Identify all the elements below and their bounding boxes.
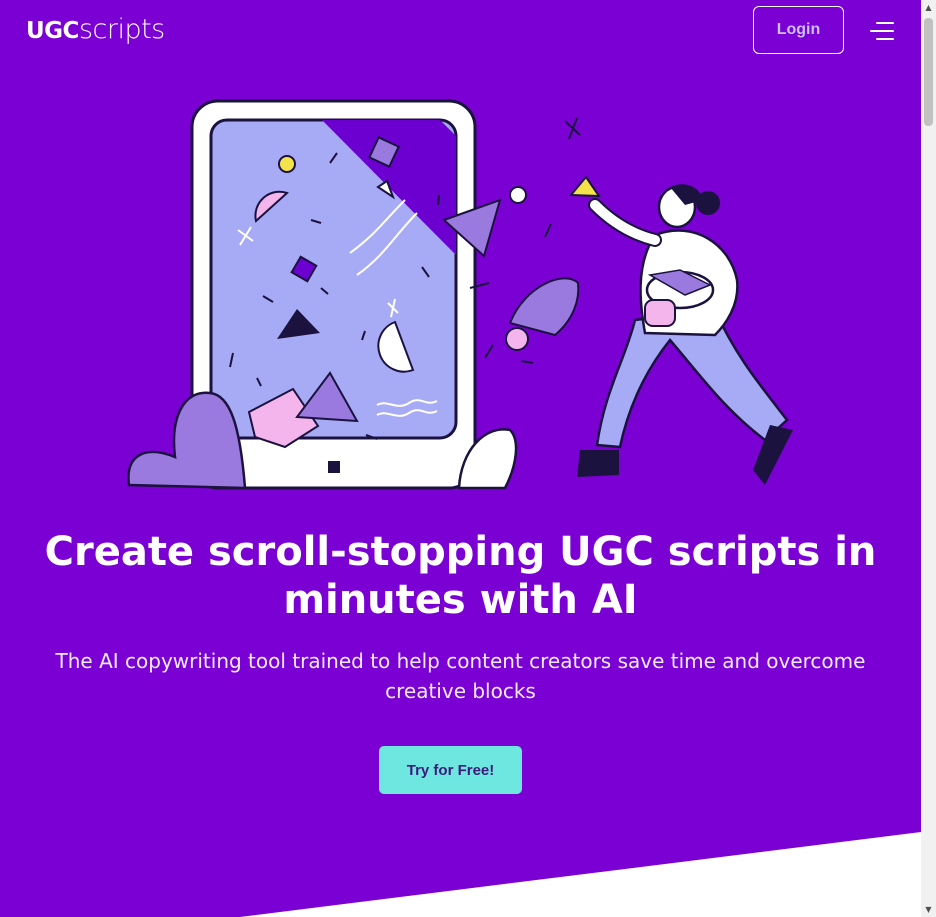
logo-light-text: scripts [78,14,165,45]
hero-subheadline: The AI copywriting tool trained to help … [55,649,866,703]
try-for-free-button[interactable]: Try for Free! [379,746,522,794]
logo[interactable]: UGCscripts [26,12,165,49]
login-button[interactable]: Login [753,6,844,54]
scroll-up-arrow-icon[interactable]: ▲ [924,3,933,12]
vertical-scrollbar[interactable]: ▲ ▼ [921,0,936,917]
logo-bold-text: UGC [26,18,79,44]
section-divider-wave [240,832,921,917]
page: UGCscripts Login Create scroll-stopping … [0,0,921,917]
scrollbar-thumb[interactable] [924,18,933,126]
hero-headline: Create scroll-stopping UGC scripts in mi… [44,529,877,623]
header: UGCscripts Login [0,0,921,62]
scroll-down-arrow-icon[interactable]: ▼ [924,905,933,914]
hero-illustration [127,99,793,490]
hamburger-menu-icon[interactable] [870,22,894,42]
